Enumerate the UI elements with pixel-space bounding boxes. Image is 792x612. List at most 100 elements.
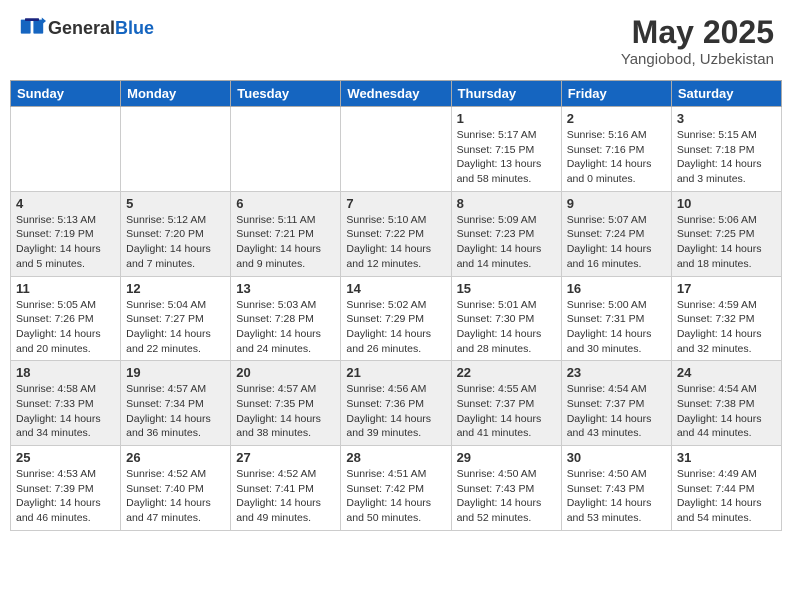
- calendar-cell: [11, 107, 121, 192]
- location-subtitle: Yangiobod, Uzbekistan: [621, 51, 774, 68]
- logo-blue-text: Blue: [115, 18, 154, 38]
- calendar-cell: 16 Sunrise: 5:00 AM Sunset: 7:31 PM Dayli…: [561, 276, 671, 361]
- calendar-cell: [231, 107, 341, 192]
- calendar-cell: 2Sunrise: 5:16 AM Sunset: 7:16 PM Daylig…: [561, 107, 671, 192]
- day-info: Sunrise: 4:49 AM Sunset: 7:44 PM Dayligh…: [677, 467, 776, 526]
- day-number: 19: [126, 365, 225, 380]
- calendar-cell: 18Sunrise: 4:58 AM Sunset: 7:33 PM Dayli…: [11, 361, 121, 446]
- day-info: Sunrise: 4:52 AM Sunset: 7:41 PM Dayligh…: [236, 467, 335, 526]
- day-info: Sunrise: 5:06 AM Sunset: 7:25 PM Dayligh…: [677, 213, 776, 272]
- day-info: Sunrise: 5:05 AM Sunset: 7:26 PM Dayligh…: [16, 298, 115, 357]
- day-number: 20: [236, 365, 335, 380]
- calendar-cell: 17 Sunrise: 4:59 AM Sunset: 7:32 PM Dayli…: [671, 276, 781, 361]
- calendar-cell: 19 Sunrise: 4:57 AM Sunset: 7:34 PM Dayli…: [121, 361, 231, 446]
- day-number: 31: [677, 450, 776, 465]
- day-info: Sunrise: 5:15 AM Sunset: 7:18 PM Dayligh…: [677, 128, 776, 187]
- calendar-cell: 20Sunrise: 4:57 AM Sunset: 7:35 PM Dayli…: [231, 361, 341, 446]
- day-info: Sunrise: 5:01 AM Sunset: 7:30 PM Dayligh…: [457, 298, 556, 357]
- month-year-title: May 2025: [621, 14, 774, 51]
- calendar-cell: 26Sunrise: 4:52 AM Sunset: 7:40 PM Dayli…: [121, 446, 231, 531]
- day-info: Sunrise: 5:12 AM Sunset: 7:20 PM Dayligh…: [126, 213, 225, 272]
- day-number: 23: [567, 365, 666, 380]
- day-number: 25: [16, 450, 115, 465]
- day-info: Sunrise: 5:16 AM Sunset: 7:16 PM Dayligh…: [567, 128, 666, 187]
- day-info: Sunrise: 5:03 AM Sunset: 7:28 PM Dayligh…: [236, 298, 335, 357]
- calendar-table: SundayMondayTuesdayWednesdayThursdayFrid…: [10, 80, 782, 531]
- day-info: Sunrise: 4:50 AM Sunset: 7:43 PM Dayligh…: [567, 467, 666, 526]
- calendar-cell: 22 Sunrise: 4:55 AM Sunset: 7:37 PM Dayli…: [451, 361, 561, 446]
- day-number: 3: [677, 111, 776, 126]
- calendar-cell: 8Sunrise: 5:09 AM Sunset: 7:23 PM Daylig…: [451, 191, 561, 276]
- calendar-cell: [341, 107, 451, 192]
- day-number: 10: [677, 196, 776, 211]
- logo-icon: [18, 14, 46, 42]
- day-info: Sunrise: 5:04 AM Sunset: 7:27 PM Dayligh…: [126, 298, 225, 357]
- day-info: Sunrise: 5:13 AM Sunset: 7:19 PM Dayligh…: [16, 213, 115, 272]
- day-number: 11: [16, 281, 115, 296]
- day-info: Sunrise: 4:59 AM Sunset: 7:32 PM Dayligh…: [677, 298, 776, 357]
- day-number: 12: [126, 281, 225, 296]
- day-number: 14: [346, 281, 445, 296]
- calendar-cell: 13 Sunrise: 5:03 AM Sunset: 7:28 PM Dayli…: [231, 276, 341, 361]
- day-info: Sunrise: 4:55 AM Sunset: 7:37 PM Dayligh…: [457, 382, 556, 441]
- calendar-cell: 24Sunrise: 4:54 AM Sunset: 7:38 PM Dayli…: [671, 361, 781, 446]
- weekday-header-thursday: Thursday: [451, 81, 561, 107]
- calendar-cell: 15 Sunrise: 5:01 AM Sunset: 7:30 PM Dayli…: [451, 276, 561, 361]
- day-number: 15: [457, 281, 556, 296]
- day-info: Sunrise: 5:11 AM Sunset: 7:21 PM Dayligh…: [236, 213, 335, 272]
- calendar-cell: 9 Sunrise: 5:07 AM Sunset: 7:24 PM Daylig…: [561, 191, 671, 276]
- calendar-cell: 27 Sunrise: 4:52 AM Sunset: 7:41 PM Dayli…: [231, 446, 341, 531]
- day-number: 27: [236, 450, 335, 465]
- day-info: Sunrise: 4:57 AM Sunset: 7:34 PM Dayligh…: [126, 382, 225, 441]
- calendar-cell: 31 Sunrise: 4:49 AM Sunset: 7:44 PM Dayli…: [671, 446, 781, 531]
- weekday-header-tuesday: Tuesday: [231, 81, 341, 107]
- day-info: Sunrise: 4:52 AM Sunset: 7:40 PM Dayligh…: [126, 467, 225, 526]
- calendar-cell: 30Sunrise: 4:50 AM Sunset: 7:43 PM Dayli…: [561, 446, 671, 531]
- calendar-week-row: 4 Sunrise: 5:13 AM Sunset: 7:19 PM Daylig…: [11, 191, 782, 276]
- calendar-cell: 14 Sunrise: 5:02 AM Sunset: 7:29 PM Dayli…: [341, 276, 451, 361]
- calendar-cell: 4 Sunrise: 5:13 AM Sunset: 7:19 PM Daylig…: [11, 191, 121, 276]
- day-number: 16: [567, 281, 666, 296]
- day-number: 9: [567, 196, 666, 211]
- day-number: 5: [126, 196, 225, 211]
- logo-general-text: General: [48, 18, 115, 38]
- logo: GeneralBlue: [18, 14, 154, 42]
- calendar-cell: 11 Sunrise: 5:05 AM Sunset: 7:26 PM Dayli…: [11, 276, 121, 361]
- day-info: Sunrise: 4:56 AM Sunset: 7:36 PM Dayligh…: [346, 382, 445, 441]
- calendar-cell: 12 Sunrise: 5:04 AM Sunset: 7:27 PM Dayli…: [121, 276, 231, 361]
- calendar-cell: 5 Sunrise: 5:12 AM Sunset: 7:20 PM Daylig…: [121, 191, 231, 276]
- calendar-week-row: 1Sunrise: 5:17 AM Sunset: 7:15 PM Daylig…: [11, 107, 782, 192]
- weekday-header-sunday: Sunday: [11, 81, 121, 107]
- calendar-cell: 1Sunrise: 5:17 AM Sunset: 7:15 PM Daylig…: [451, 107, 561, 192]
- day-number: 17: [677, 281, 776, 296]
- day-number: 8: [457, 196, 556, 211]
- day-info: Sunrise: 5:00 AM Sunset: 7:31 PM Dayligh…: [567, 298, 666, 357]
- calendar-cell: [121, 107, 231, 192]
- day-info: Sunrise: 5:02 AM Sunset: 7:29 PM Dayligh…: [346, 298, 445, 357]
- day-number: 7: [346, 196, 445, 211]
- page-header: GeneralBlue May 2025 Yangiobod, Uzbekist…: [10, 10, 782, 72]
- calendar-week-row: 18Sunrise: 4:58 AM Sunset: 7:33 PM Dayli…: [11, 361, 782, 446]
- day-number: 22: [457, 365, 556, 380]
- day-number: 21: [346, 365, 445, 380]
- day-info: Sunrise: 5:07 AM Sunset: 7:24 PM Dayligh…: [567, 213, 666, 272]
- calendar-cell: 25Sunrise: 4:53 AM Sunset: 7:39 PM Dayli…: [11, 446, 121, 531]
- day-number: 29: [457, 450, 556, 465]
- calendar-week-row: 11 Sunrise: 5:05 AM Sunset: 7:26 PM Dayli…: [11, 276, 782, 361]
- title-block: May 2025 Yangiobod, Uzbekistan: [621, 14, 774, 68]
- weekday-header-friday: Friday: [561, 81, 671, 107]
- calendar-cell: 21 Sunrise: 4:56 AM Sunset: 7:36 PM Dayli…: [341, 361, 451, 446]
- day-info: Sunrise: 4:54 AM Sunset: 7:38 PM Dayligh…: [677, 382, 776, 441]
- calendar-cell: 7 Sunrise: 5:10 AM Sunset: 7:22 PM Daylig…: [341, 191, 451, 276]
- weekday-header-saturday: Saturday: [671, 81, 781, 107]
- day-number: 28: [346, 450, 445, 465]
- day-number: 13: [236, 281, 335, 296]
- day-number: 6: [236, 196, 335, 211]
- day-info: Sunrise: 5:17 AM Sunset: 7:15 PM Dayligh…: [457, 128, 556, 187]
- day-number: 4: [16, 196, 115, 211]
- day-info: Sunrise: 4:54 AM Sunset: 7:37 PM Dayligh…: [567, 382, 666, 441]
- day-info: Sunrise: 5:10 AM Sunset: 7:22 PM Dayligh…: [346, 213, 445, 272]
- day-info: Sunrise: 4:58 AM Sunset: 7:33 PM Dayligh…: [16, 382, 115, 441]
- calendar-cell: 29Sunrise: 4:50 AM Sunset: 7:43 PM Dayli…: [451, 446, 561, 531]
- calendar-cell: 28Sunrise: 4:51 AM Sunset: 7:42 PM Dayli…: [341, 446, 451, 531]
